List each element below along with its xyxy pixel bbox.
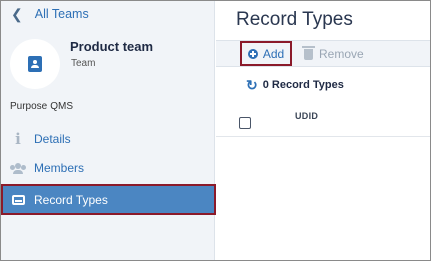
back-link-label: All Teams [34, 7, 89, 21]
members-icon [10, 162, 26, 174]
chevron-left-icon: ❮ [11, 6, 23, 22]
sidebar-item-details[interactable]: i Details [2, 125, 215, 153]
team-badge-icon [28, 56, 42, 72]
sidebar-item-label: Details [34, 132, 71, 146]
sidebar-item-label: Members [34, 161, 85, 175]
table-header: UDID [216, 107, 430, 137]
sidebar-item-label: Record Types [34, 192, 108, 207]
purpose-value: QMS [50, 101, 74, 112]
team-name: Product team [70, 39, 154, 54]
team-sidebar: ❮ All Teams Product team Team Purpose QMS… [1, 1, 216, 260]
select-all-checkbox[interactable] [239, 117, 251, 129]
team-avatar [10, 39, 60, 89]
add-button[interactable]: Add [240, 41, 292, 66]
trash-icon [302, 45, 315, 60]
add-button-label: Add [262, 46, 285, 61]
remove-button[interactable]: Remove [302, 44, 364, 64]
record-types-icon [10, 194, 26, 205]
team-purpose: Purpose QMS [10, 101, 73, 112]
remove-button-label: Remove [319, 47, 364, 61]
info-icon: i [15, 130, 21, 148]
page-title: Record Types [236, 9, 353, 30]
record-count-label: 0 Record Types [262, 79, 344, 91]
record-count: ↻ 0 Record Types [246, 77, 344, 93]
refresh-icon[interactable]: ↻ [246, 78, 258, 92]
column-header-udid[interactable]: UDID [295, 111, 318, 121]
sidebar-item-record-types[interactable]: Record Types [1, 184, 216, 215]
toolbar: Add Remove [216, 40, 430, 67]
record-types-panel: Record Types Add Remove ↻ 0 Record Types… [216, 1, 430, 260]
purpose-label: Purpose [10, 101, 48, 112]
plus-circle-icon [247, 48, 258, 59]
sidebar-item-members[interactable]: Members [2, 154, 215, 182]
back-to-all-teams-link[interactable]: ❮ All Teams [11, 5, 89, 23]
team-type: Team [71, 58, 96, 69]
